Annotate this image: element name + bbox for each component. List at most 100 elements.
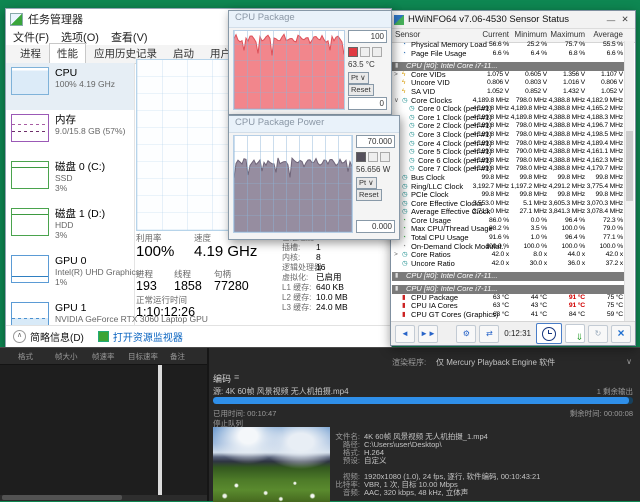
- current-value: 1.052 V: [487, 88, 509, 97]
- scrollbar-thumb[interactable]: [626, 131, 633, 201]
- sensor-row[interactable]: ∨◷Core Clocks4,189.8 MHz798.0 MHz4,388.8…: [391, 97, 635, 106]
- configure-sensors-button[interactable]: ⚙: [456, 325, 476, 343]
- graph2-pt-button[interactable]: Pt ∨: [356, 177, 377, 189]
- utilization-label: 利用率: [136, 233, 162, 243]
- graph2-reset-button[interactable]: Reset: [356, 189, 382, 201]
- cpu-package-graph-window[interactable]: CPU Package 100 63.5 °C Pt ∨Reset 0: [228, 10, 392, 115]
- graph1-pt-button[interactable]: Pt ∨: [348, 72, 369, 84]
- sensor-row[interactable]: ◔On-Demand Clock Modulat...100.0 %100.0 …: [391, 243, 635, 252]
- sensor-row[interactable]: >◔Core Usage86.0 %0.0 %96.4 %72.3 %: [391, 217, 635, 226]
- graph1-option-box2[interactable]: [372, 47, 382, 57]
- expand-icon[interactable]: >: [394, 71, 398, 80]
- sensor-row[interactable]: ◷Core 5 Clock (perf #1)4,189.8 MHz790.0 …: [391, 148, 635, 157]
- reset-values-button[interactable]: ↻: [588, 325, 608, 343]
- chevron-down-icon[interactable]: ∨: [626, 357, 632, 366]
- sensor-row[interactable]: ◷Core 1 Clock (perf #1)4,189.8 MHz4,189.…: [391, 114, 635, 123]
- hscroll-thumb[interactable]: [2, 495, 122, 500]
- graph1-max-field[interactable]: 100: [348, 30, 387, 43]
- queue-col-1[interactable]: 帧大小: [55, 351, 78, 362]
- close-sensors-button[interactable]: ×: [611, 325, 631, 343]
- sensor-table: ◔Physical Memory Load56.6 %25.2 %75.7 %5…: [391, 41, 635, 321]
- maximum-value: 100.0 %: [561, 243, 585, 252]
- cpu-package-power-graph-window[interactable]: CPU Package Power 70.000 56.656 W Pt ∨Re…: [228, 115, 400, 240]
- col-sensor[interactable]: Sensor: [395, 30, 420, 39]
- sensor-sync-button[interactable]: ⇄: [479, 325, 499, 343]
- sensor-row[interactable]: ◔Max CPU/Thread Usage98.2 %3.5 %100.0 %7…: [391, 225, 635, 234]
- sensor-section-header[interactable]: CPU [#0]: Intel Core i7-11...: [392, 272, 625, 281]
- sensor-row[interactable]: ◷Core 0 Clock (perf #1)4,189.8 MHz4,189.…: [391, 105, 635, 114]
- sensor-row[interactable]: ◷Ring/LLC Clock3,192.7 MHz1,197.2 MHz4,2…: [391, 183, 635, 192]
- graph2-color-swatch[interactable]: [356, 152, 366, 162]
- sensor-row[interactable]: >◷Core Ratios42.0 x8.0 x44.0 x42.0 x: [391, 251, 635, 260]
- sensor-scrollbar[interactable]: [624, 41, 634, 321]
- graph2-option-box2[interactable]: [380, 152, 390, 162]
- graph1-min-field[interactable]: 0: [348, 97, 387, 110]
- current-value: 4,189.8 MHz: [473, 105, 509, 114]
- graph2-option-box[interactable]: [368, 152, 378, 162]
- logging-clock-button[interactable]: [536, 323, 562, 344]
- graph2-min-field[interactable]: 0.000: [356, 220, 395, 233]
- sensor-row[interactable]: ◔Total CPU Usage91.6 %1.0 %96.4 %77.1 %: [391, 234, 635, 243]
- sensor-row[interactable]: ◷PCIe Clock99.8 MHz99.8 MHz99.8 MHz99.8 …: [391, 191, 635, 200]
- sidebar-item-memory[interactable]: 内存9.0/15.8 GB (57%): [6, 110, 134, 157]
- queue-col-0[interactable]: 格式: [18, 351, 33, 362]
- col-current[interactable]: Current: [482, 30, 509, 39]
- hwinfo-icon: [394, 15, 404, 25]
- sensor-row[interactable]: ϟUncore VID0.806 V0.803 V1.016 V0.806 V: [391, 79, 635, 88]
- sensor-row[interactable]: ◷Core 3 Clock (perf #1)4,189.8 MHz798.0 …: [391, 131, 635, 140]
- graph1-color-swatch[interactable]: [348, 47, 358, 57]
- queue-col-4[interactable]: 备注: [170, 351, 185, 362]
- sidebar-item-cpu[interactable]: CPU100% 4.19 GHz: [6, 63, 134, 110]
- sidebar-item-gpu0[interactable]: GPU 0Intel(R) UHD Graphics1%: [6, 251, 134, 298]
- queue-list[interactable]: [0, 364, 207, 495]
- sensor-row[interactable]: ▮CPU Package63 °C44 °C91 °C75 °C: [391, 294, 635, 303]
- sensor-row[interactable]: ◷Core 6 Clock (perf #1)4,189.8 MHz798.0 …: [391, 157, 635, 166]
- graph1-reset-button[interactable]: Reset: [348, 84, 374, 96]
- graph2-max-field[interactable]: 70.000: [356, 135, 395, 148]
- sensor-row[interactable]: ▮CPU IA Cores63 °C43 °C91 °C75 °C: [391, 302, 635, 311]
- queue-vertical-scrollbar[interactable]: [158, 365, 162, 495]
- sidebar-item-disk1[interactable]: 磁盘 1 (D:)HDD3%: [6, 204, 134, 251]
- sensor-row[interactable]: ▮CPU GT Cores (Graphics)63 °C41 °C84 °C5…: [391, 311, 635, 320]
- close-icon[interactable]: ✕: [618, 14, 632, 25]
- queue-col-3[interactable]: 目标速率: [128, 351, 158, 362]
- sensor-row[interactable]: ◔Page File Usage6.6 %6.4 %6.8 %6.6 %: [391, 50, 635, 59]
- sensor-section-header[interactable]: CPU [#0]: Intel Core i7-11...: [392, 62, 625, 71]
- sensor-row[interactable]: ◷Bus Clock99.8 MHz99.8 MHz99.8 MHz99.8 M…: [391, 174, 635, 183]
- sensor-row[interactable]: >◷Core Effective Clocks3,553.0 MHz5.1 MH…: [391, 200, 635, 209]
- sensor-row[interactable]: ◷Core 4 Clock (perf #1)4,189.8 MHz798.0 …: [391, 140, 635, 149]
- nav-forward-button[interactable]: ►►: [418, 325, 438, 343]
- resource-monitor-link[interactable]: 打开资源监视器: [113, 329, 183, 344]
- col-minimum[interactable]: Minimum: [515, 30, 547, 39]
- minimum-value: 43 °C: [531, 302, 547, 311]
- col-average[interactable]: Average: [593, 30, 623, 39]
- less-details-link[interactable]: 简略信息(D): [30, 329, 84, 344]
- sensor-section-header[interactable]: CPU [#0]: Intel Core i7-11...: [392, 285, 625, 294]
- sensor-row[interactable]: ◷Core 2 Clock (perf #1)4,189.8 MHz798.0 …: [391, 122, 635, 131]
- sensor-row[interactable]: ◷Core 7 Clock (perf #1)4,189.8 MHz798.0 …: [391, 165, 635, 174]
- col-maximum[interactable]: Maximum: [550, 30, 585, 39]
- sidebar-item-disk0[interactable]: 磁盘 0 (C:)SSD3%: [6, 157, 134, 204]
- minimize-icon[interactable]: —: [604, 15, 618, 25]
- nav-back-button[interactable]: ◄: [395, 325, 415, 343]
- report-log-button[interactable]: [565, 324, 585, 343]
- expand-icon[interactable]: ∨: [394, 97, 399, 106]
- sensor-row[interactable]: ϟSA VID1.052 V0.852 V1.432 V1.052 V: [391, 88, 635, 97]
- graph1-option-box[interactable]: [360, 47, 370, 57]
- current-value: 3,553.0 MHz: [473, 200, 509, 209]
- sidebar-item-text: GPU 0Intel(R) UHD Graphics1%: [55, 255, 140, 298]
- queue-horizontal-scrollbar[interactable]: [2, 495, 157, 500]
- graph1-title: CPU Package: [229, 11, 391, 28]
- average-value: 42.0 x: [606, 251, 623, 260]
- sensor-row[interactable]: ◔Physical Memory Load56.6 %25.2 %75.7 %5…: [391, 41, 635, 50]
- hwinfo-titlebar[interactable]: HWiNFO64 v7.06-4530 Sensor Status — ✕: [391, 11, 635, 29]
- panel-menu-icon[interactable]: ≡: [234, 372, 239, 382]
- expand-icon[interactable]: >: [394, 251, 398, 260]
- queue-col-2[interactable]: 帧速率: [92, 351, 115, 362]
- tab-processes[interactable]: 进程: [12, 43, 49, 63]
- sensor-row[interactable]: ◷Average Effective Clock3,713.0 MHz27.1 …: [391, 208, 635, 217]
- renderer-dropdown[interactable]: 仅 Mercury Playback Engine 软件: [436, 357, 555, 368]
- tab-performance[interactable]: 性能: [49, 43, 86, 63]
- sensor-row[interactable]: ◷Uncore Ratio42.0 x30.0 x36.0 x37.2 x: [391, 260, 635, 269]
- sensor-row[interactable]: >ϟCore VIDs1.075 V0.605 V1.356 V1.107 V: [391, 71, 635, 80]
